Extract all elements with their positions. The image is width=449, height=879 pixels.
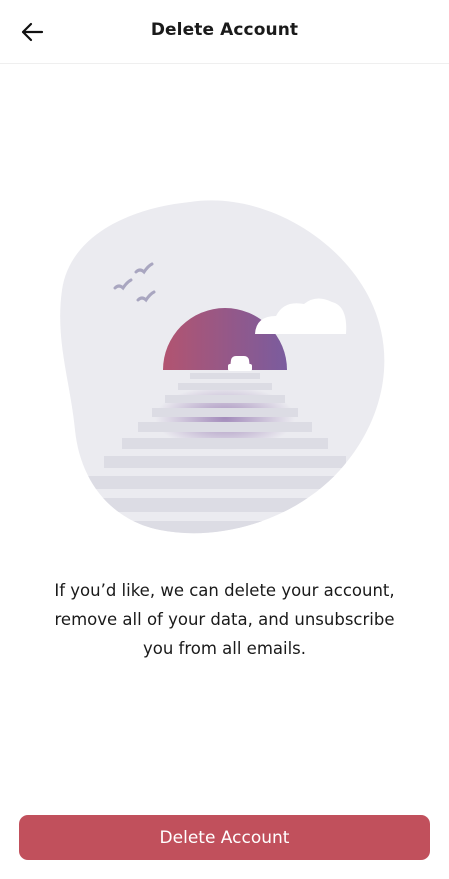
delete-account-screen: Delete Account If you’d like, we can del… — [0, 0, 449, 879]
top-bar: Delete Account — [0, 0, 449, 64]
message-line: remove all of your data, and unsubscribe — [54, 610, 395, 629]
delete-account-message: If you’d like, we can delete your accoun… — [30, 576, 419, 663]
message-line: you from all emails. — [142, 639, 307, 658]
delete-account-button[interactable]: Delete Account — [19, 815, 430, 860]
sunset-road-car-illustration — [60, 200, 385, 534]
message-line: If you’d like, we can delete your accoun… — [54, 581, 395, 600]
page-title: Delete Account — [150, 20, 299, 40]
